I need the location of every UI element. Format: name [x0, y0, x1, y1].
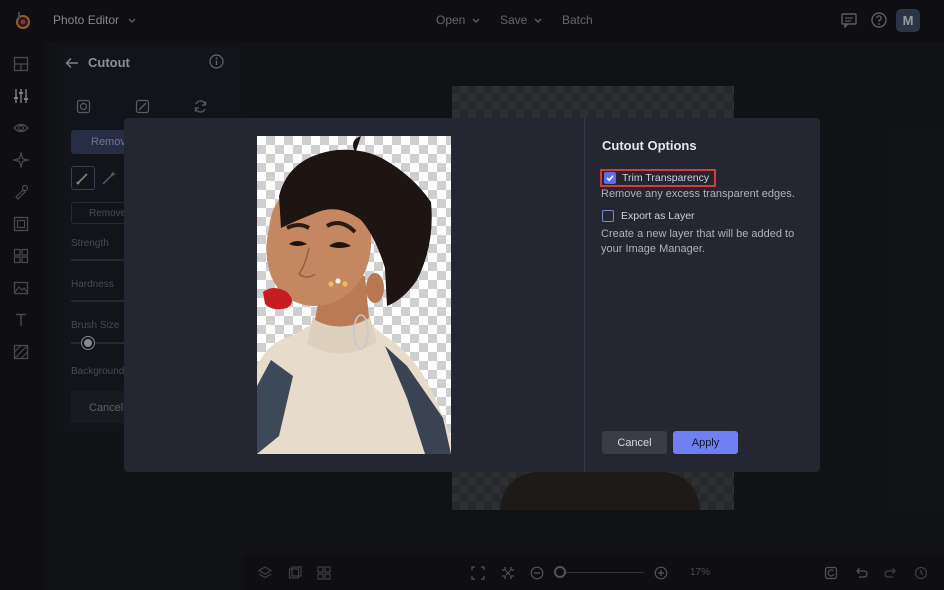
- cutout-preview: [257, 136, 451, 454]
- trim-transparency-label: Trim Transparency: [622, 172, 710, 184]
- export-layer-label: Export as Layer: [621, 210, 695, 222]
- trim-transparency-checkbox[interactable]: [604, 172, 616, 184]
- trim-transparency-option[interactable]: Trim Transparency: [600, 169, 717, 187]
- apply-button[interactable]: Apply: [673, 431, 738, 454]
- cutout-options-modal: Cutout Options Trim Transparency Remove …: [124, 118, 820, 472]
- cancel-button[interactable]: Cancel: [602, 431, 667, 454]
- modal-title: Cutout Options: [602, 138, 697, 153]
- modal-divider: [584, 118, 585, 472]
- export-layer-description: Create a new layer that will be added to…: [601, 228, 795, 255]
- cutout-subject-image: [257, 136, 451, 454]
- export-layer-option[interactable]: Export as Layer: [602, 210, 695, 222]
- checkmark-icon: [606, 175, 614, 182]
- trim-transparency-description: Remove any excess transparent edges.: [601, 188, 795, 200]
- export-layer-checkbox[interactable]: [602, 210, 614, 222]
